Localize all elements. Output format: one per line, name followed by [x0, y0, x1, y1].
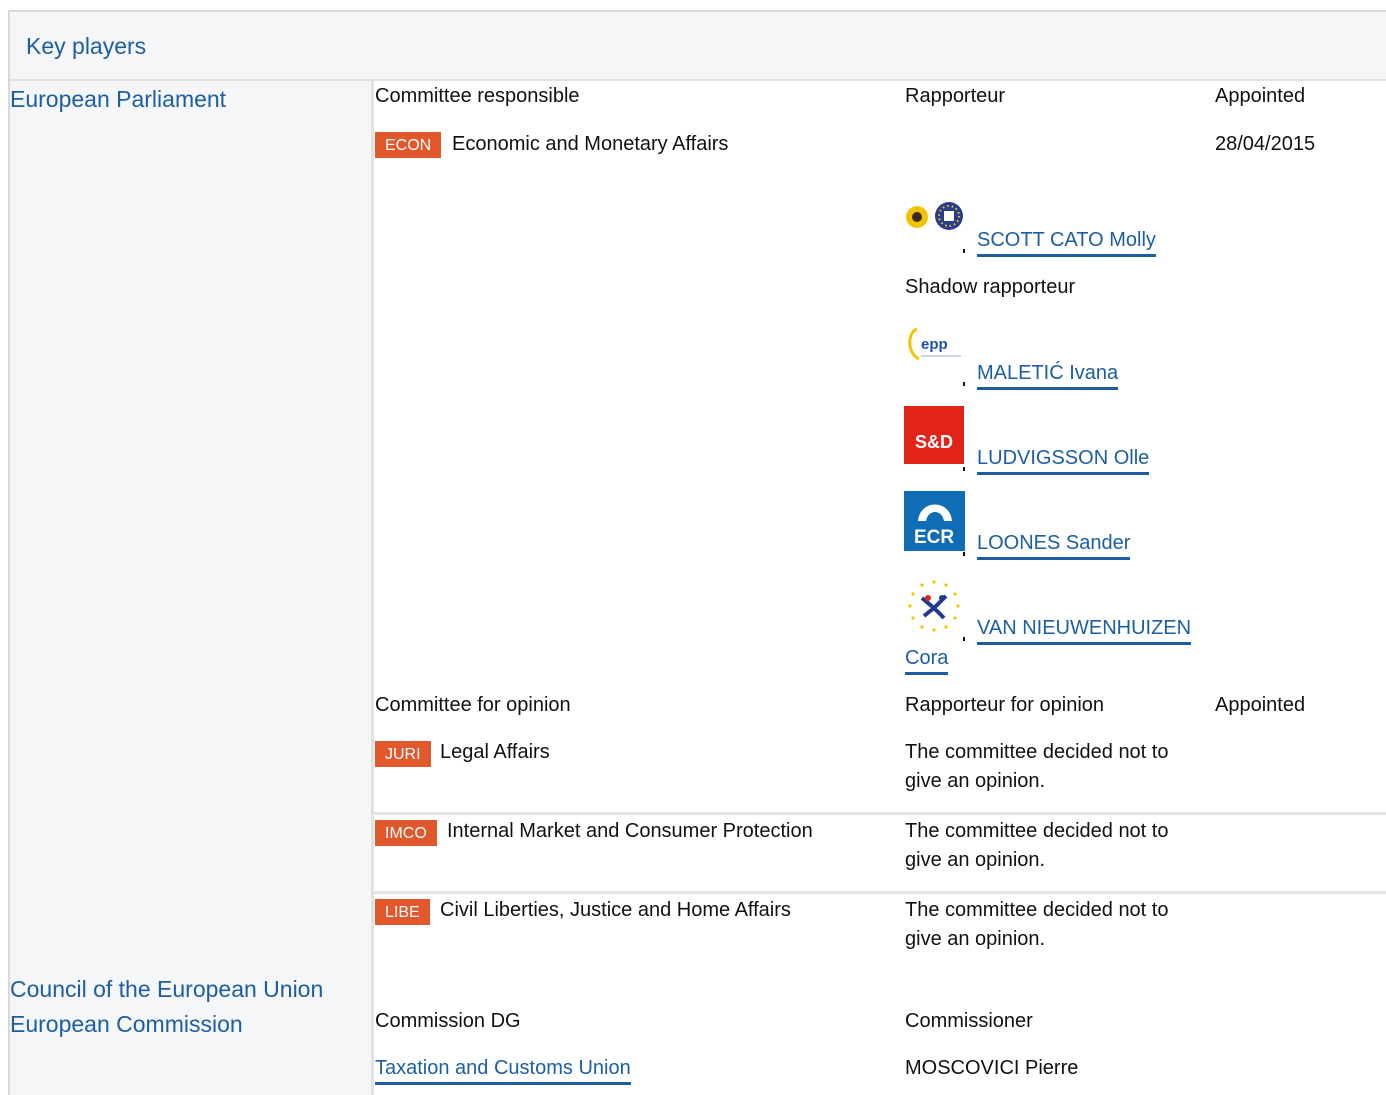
opinion-decision-libe: The committee decided not to give an opi… [905, 899, 1169, 950]
institution-european-parliament[interactable]: European Parliament [10, 85, 226, 113]
committee-badge-imco[interactable]: IMCO [375, 820, 437, 846]
commission-dg-link[interactable]: Taxation and Customs Union [375, 1054, 631, 1085]
appointed-date: 28/04/2015 [1215, 133, 1316, 155]
institution-council[interactable]: Council of the European Union [10, 975, 323, 1003]
logo-marker [963, 552, 965, 556]
committee-badge-juri[interactable]: JURI [375, 741, 431, 767]
col-header-rapporteur: Rapporteur [905, 85, 1006, 107]
logo-marker [963, 249, 965, 253]
key-players-header: Key players [10, 12, 1386, 81]
s-and-d-logo-icon: S&D [904, 406, 964, 464]
committee-name-econ: Economic and Monetary Affairs [452, 133, 729, 155]
svg-text:S&D: S&D [915, 432, 953, 452]
column-divider [371, 81, 374, 1095]
section-title: Key players [26, 33, 147, 59]
shadow-link-ludvigsson[interactable]: LUDVIGSSON Olle [977, 444, 1150, 475]
institution-column [10, 81, 371, 1095]
alde-logo-icon [908, 580, 960, 632]
committee-name-juri: Legal Affairs [440, 741, 550, 763]
epp-logo-icon: epp [908, 327, 961, 361]
greens-efa-logo-icon [906, 202, 963, 230]
shadow-link-maletic[interactable]: MALETIĆ Ivana [977, 359, 1119, 390]
opinion-decision-juri: The committee decided not to give an opi… [905, 741, 1169, 792]
rapporteur-link-scott-cato[interactable]: SCOTT CATO Molly [977, 226, 1156, 257]
committee-name-imco: Internal Market and Consumer Protection [447, 820, 813, 842]
svg-text:epp: epp [921, 336, 948, 353]
row-separator [374, 891, 1386, 894]
shadow-link-van-nieuwenhuizen[interactable]: VAN NIEUWENHUIZEN [977, 614, 1192, 645]
row-separator [374, 812, 1386, 815]
col-header-appointed: Appointed [1215, 85, 1306, 107]
logo-marker [963, 637, 965, 641]
shadow-rapporteur-label: Shadow rapporteur [905, 276, 1076, 298]
col-header-commission-dg: Commission DG [375, 1010, 521, 1032]
ecr-logo-icon: ECR [904, 491, 965, 551]
committee-badge-libe[interactable]: LIBE [375, 899, 430, 925]
shadow-link-loones[interactable]: LOONES Sander [977, 529, 1131, 560]
col-header-commissioner: Commissioner [905, 1010, 1033, 1032]
shadow-link-van-nieuwenhuizen-cont[interactable]: Cora [905, 644, 949, 675]
committee-badge-econ[interactable]: ECON [375, 132, 442, 158]
committee-name-libe: Civil Liberties, Justice and Home Affair… [440, 899, 791, 921]
col-header-committee-responsible: Committee responsible [375, 85, 580, 107]
col-header-rapporteur-opinion: Rapporteur for opinion [905, 694, 1105, 716]
commissioner-name: MOSCOVICI Pierre [905, 1057, 1079, 1079]
institution-european-commission[interactable]: European Commission [10, 1010, 243, 1038]
col-header-committee-opinion: Committee for opinion [375, 694, 571, 716]
col-header-appointed-opinion: Appointed [1215, 694, 1306, 716]
logo-marker [963, 382, 965, 386]
opinion-decision-imco: The committee decided not to give an opi… [905, 820, 1169, 871]
svg-text:ECR: ECR [914, 527, 954, 548]
logo-marker [963, 467, 965, 471]
